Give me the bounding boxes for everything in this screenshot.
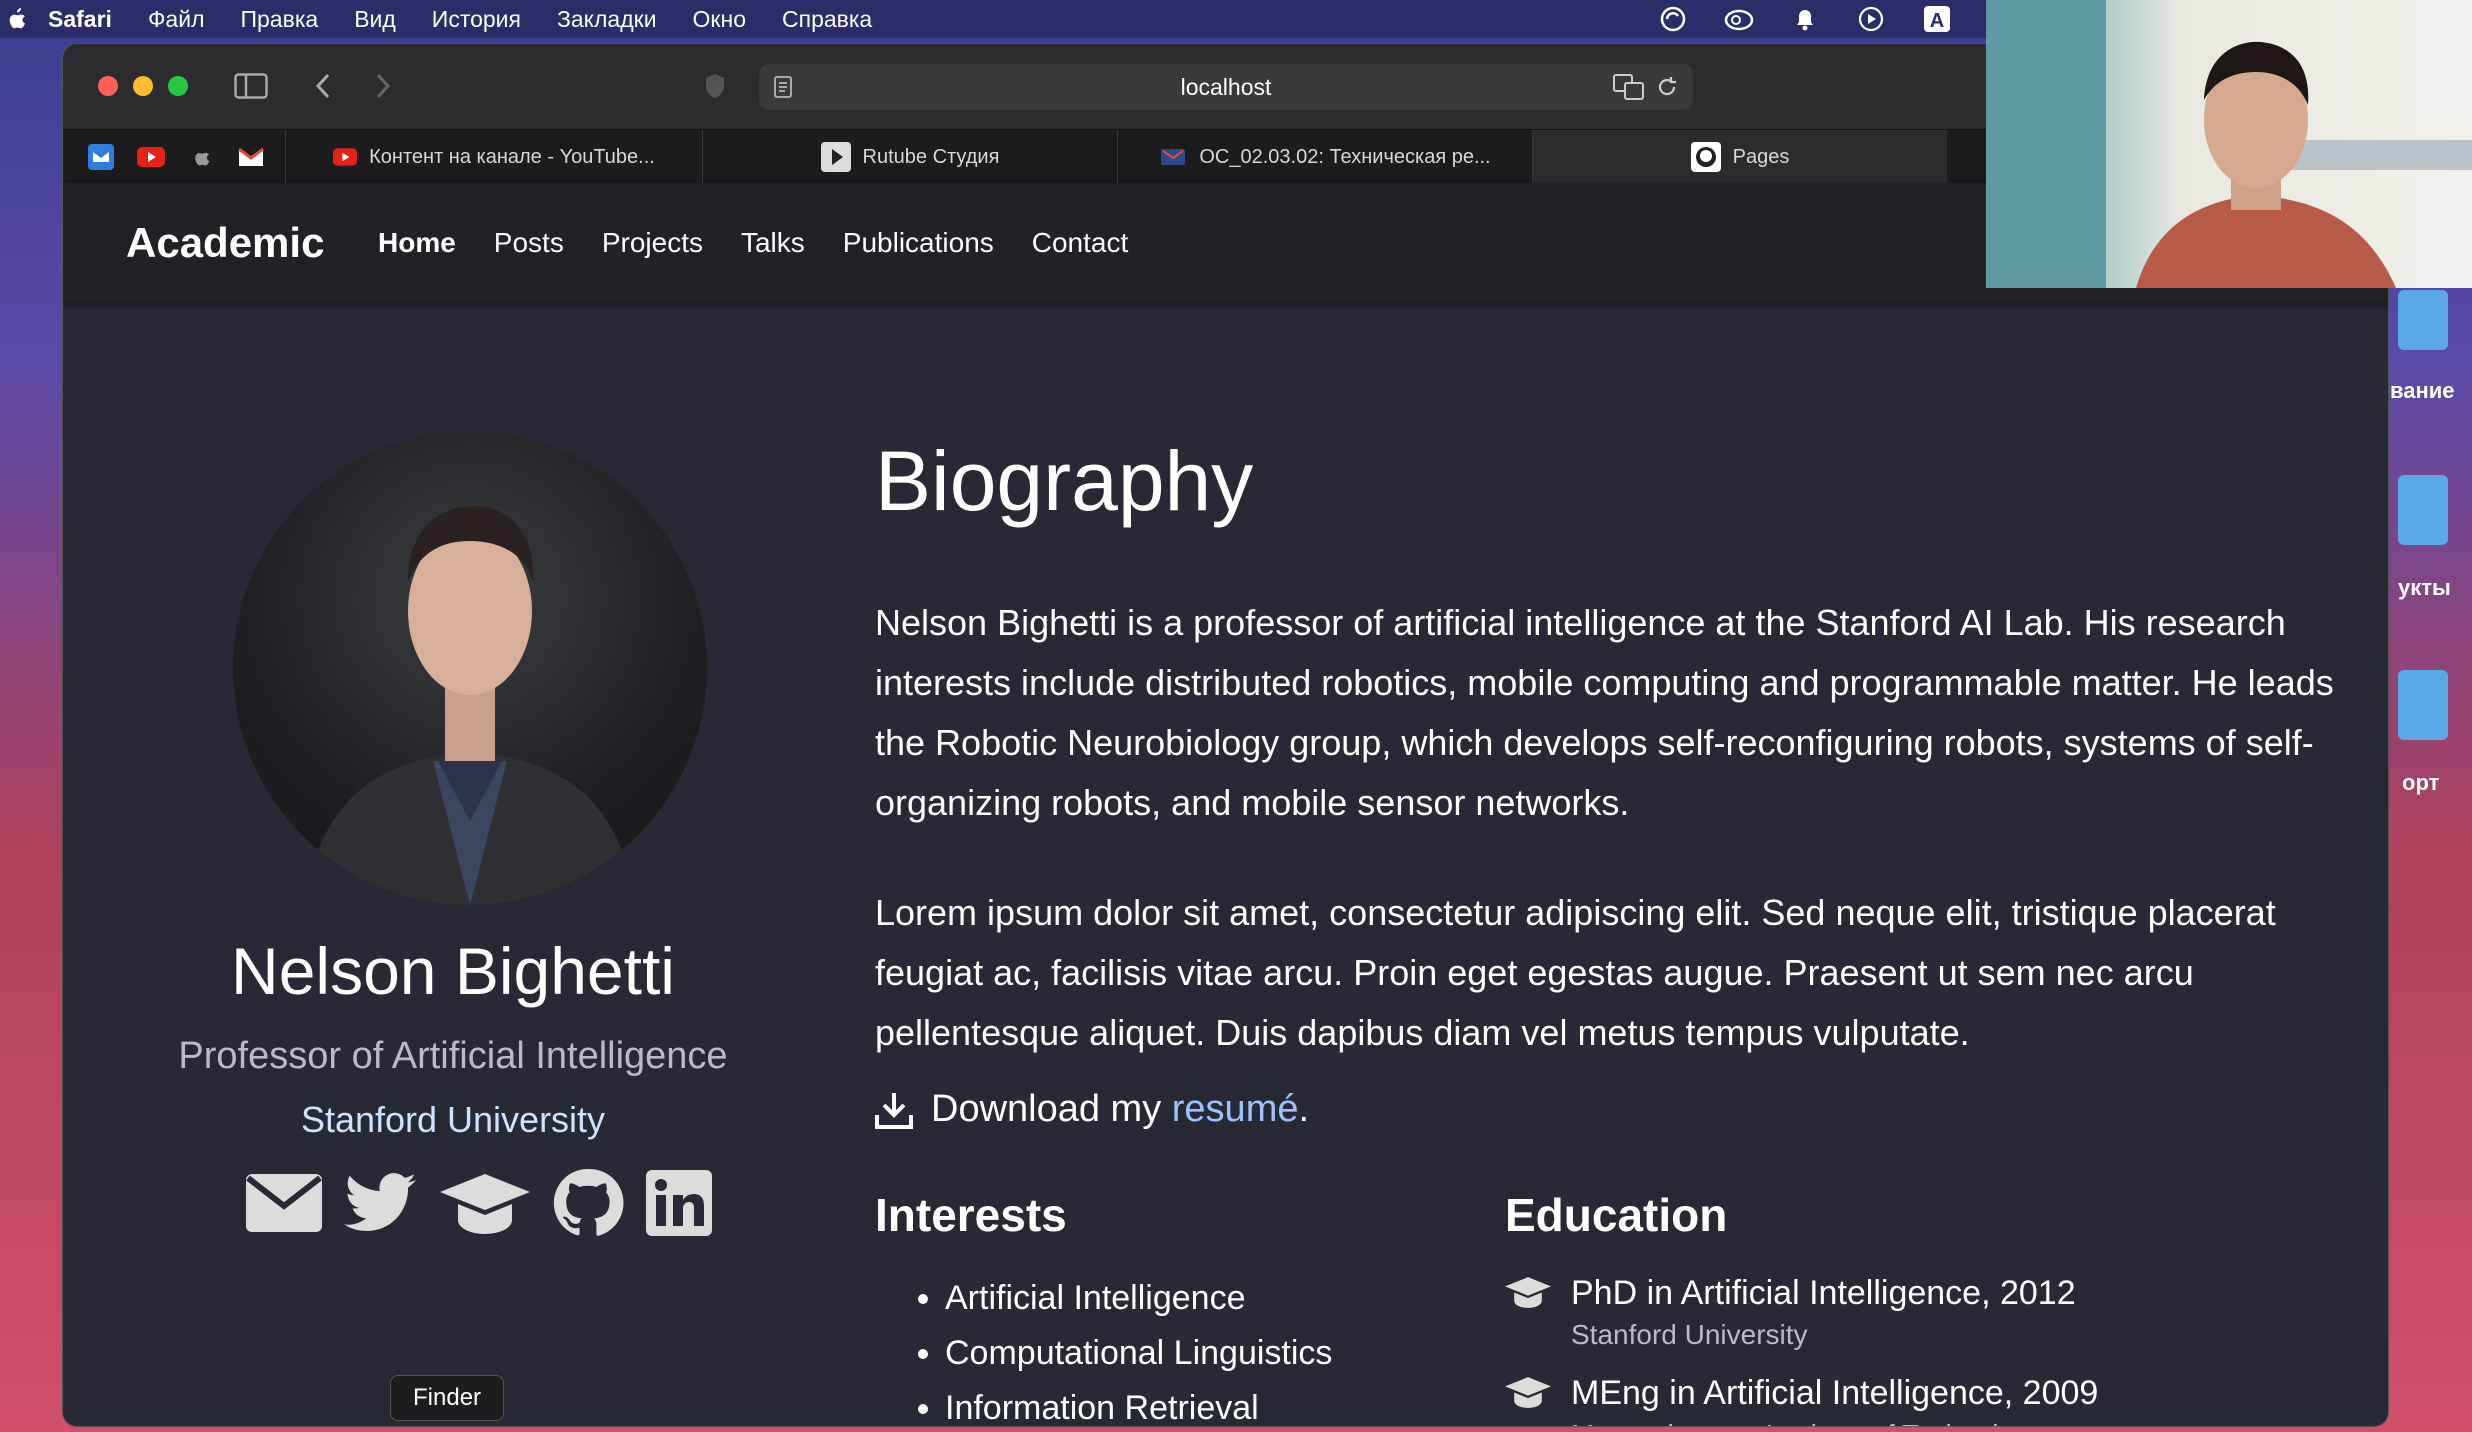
nav-publications[interactable]: Publications xyxy=(843,227,994,259)
folder-icon[interactable] xyxy=(2398,670,2448,740)
menu-file[interactable]: Файл xyxy=(148,6,205,33)
menu-edit[interactable]: Правка xyxy=(240,6,318,33)
tab-label: ОС_02.03.02: Техническая ре... xyxy=(1199,145,1491,168)
list-item: Information Retrieval xyxy=(945,1381,1332,1426)
reader-icon[interactable] xyxy=(773,75,793,99)
nav-talks[interactable]: Talks xyxy=(741,227,805,259)
profile-name: Nelson Bighetti xyxy=(231,934,675,1008)
rutube-icon xyxy=(820,142,851,172)
sync-icon[interactable] xyxy=(1658,4,1688,34)
folder-icon[interactable] xyxy=(2398,475,2448,545)
close-window-button[interactable] xyxy=(98,76,118,96)
email-icon[interactable] xyxy=(246,1163,322,1243)
download-prefix: Download my xyxy=(931,1088,1172,1130)
sidebar-toggle-icon[interactable] xyxy=(233,68,269,104)
nav-contact[interactable]: Contact xyxy=(1032,227,1129,259)
tab-rutube[interactable]: Rutube Студия xyxy=(702,130,1117,184)
github-social-icon[interactable] xyxy=(552,1163,624,1243)
menu-safari[interactable]: Safari xyxy=(48,6,112,33)
nav-home[interactable]: Home xyxy=(378,227,456,259)
mail-favicon-icon[interactable] xyxy=(81,130,121,184)
interests-list: Artificial Intelligence Computational Li… xyxy=(915,1271,1332,1426)
download-suffix: . xyxy=(1298,1088,1310,1130)
input-source-icon[interactable]: A xyxy=(1922,4,1952,34)
social-links xyxy=(246,1163,712,1243)
apple-favicon-icon[interactable] xyxy=(181,130,221,184)
site-nav: Home Posts Projects Talks Publications C… xyxy=(378,227,1128,259)
download-resume: Download my resumé. xyxy=(875,1088,1309,1131)
education-list: PhD in Artificial Intelligence, 2012 Sta… xyxy=(1505,1271,2305,1426)
menu-window[interactable]: Окно xyxy=(693,6,746,33)
menu-help[interactable]: Справка xyxy=(782,6,872,33)
translate-icon[interactable] xyxy=(1613,74,1645,100)
site-brand[interactable]: Academic xyxy=(126,219,324,267)
education-item: MEng in Artificial Intelligence, 2009 Ma… xyxy=(1505,1371,2305,1426)
github-icon xyxy=(1690,142,1721,172)
web-page: Academic Home Posts Projects Talks Publi… xyxy=(63,183,2388,1426)
desktop-label: вание xyxy=(2390,378,2455,403)
webcam-overlay xyxy=(1986,0,2472,288)
graduation-cap-icon[interactable] xyxy=(440,1163,530,1243)
graduation-cap-icon xyxy=(1505,1277,1551,1308)
tab-label: Pages xyxy=(1732,145,1790,168)
desktop-label: укты xyxy=(2398,575,2451,600)
gmail-favicon-icon[interactable] xyxy=(231,130,271,184)
youtube-favicon-icon[interactable] xyxy=(131,130,171,184)
profile-organization[interactable]: Stanford University xyxy=(63,1099,843,1141)
play-circle-icon[interactable] xyxy=(1856,4,1886,34)
tab-youtube[interactable]: Контент на канале - YouTube... xyxy=(285,130,702,184)
menubar-status-area: A xyxy=(1658,0,1952,38)
desktop-label: орт xyxy=(2402,770,2440,795)
interests-title: Interests xyxy=(875,1189,1067,1241)
download-icon xyxy=(875,1092,913,1129)
webcam-person-image xyxy=(1986,0,2472,288)
maximize-window-button[interactable] xyxy=(168,76,188,96)
tab-pages[interactable]: Pages xyxy=(1532,130,1947,184)
education-degree: PhD in Artificial Intelligence, 2012 xyxy=(1571,1274,2076,1312)
profile-role: Professor of Artificial Intelligence xyxy=(178,1035,728,1077)
reload-icon[interactable] xyxy=(1655,75,1679,99)
avatar xyxy=(233,431,707,905)
biography-paragraph-1: Nelson Bighetti is a professor of artifi… xyxy=(875,602,2334,823)
address-bar[interactable]: localhost xyxy=(759,64,1693,110)
graduation-cap-icon xyxy=(1505,1377,1551,1408)
desktop-side-items: вание укты орт xyxy=(2390,290,2472,1432)
resume-link[interactable]: resumé xyxy=(1172,1088,1299,1130)
back-chevron-icon[interactable] xyxy=(305,68,341,104)
nav-projects[interactable]: Projects xyxy=(602,227,703,259)
doc-icon xyxy=(1161,149,1186,165)
youtube-icon xyxy=(333,148,358,166)
portrait-image xyxy=(303,506,637,905)
tab-label: Контент на канале - YouTube... xyxy=(369,145,655,168)
forward-chevron-icon[interactable] xyxy=(365,68,401,104)
tab-label: Rutube Студия xyxy=(862,145,1000,168)
education-title: Education xyxy=(1505,1189,1728,1241)
minimize-window-button[interactable] xyxy=(133,76,153,96)
svg-text:A: A xyxy=(1930,10,1944,32)
tab-document[interactable]: ОС_02.03.02: Техническая ре... xyxy=(1117,130,1532,184)
nav-posts[interactable]: Posts xyxy=(494,227,564,259)
education-institution: Stanford University xyxy=(1571,1319,1808,1350)
education-institution: Massachusetts Institute of Technology xyxy=(1571,1415,2305,1426)
education-degree: MEng in Artificial Intelligence, 2009 xyxy=(1571,1374,2099,1412)
linkedin-icon[interactable] xyxy=(646,1163,712,1243)
apple-logo-icon[interactable] xyxy=(6,7,26,31)
shield-icon[interactable] xyxy=(697,68,733,104)
menu-bookmarks[interactable]: Закладки xyxy=(557,6,657,33)
biography-paragraph-2: Lorem ipsum dolor sit amet, consectetur … xyxy=(875,892,2276,1053)
notification-icon[interactable] xyxy=(1790,4,1820,34)
education-item: PhD in Artificial Intelligence, 2012 Sta… xyxy=(1505,1271,2305,1355)
finder-tooltip: Finder xyxy=(390,1375,505,1421)
creative-cloud-icon[interactable] xyxy=(1724,4,1754,34)
biography-title: Biography xyxy=(875,434,1254,528)
twitter-icon[interactable] xyxy=(344,1163,418,1243)
list-item: Computational Linguistics xyxy=(945,1326,1332,1381)
menu-history[interactable]: История xyxy=(432,6,521,33)
folder-icon[interactable] xyxy=(2398,290,2448,350)
url-text: localhost xyxy=(1180,73,1272,100)
menu-view[interactable]: Вид xyxy=(354,6,396,33)
list-item: Artificial Intelligence xyxy=(945,1271,1332,1326)
